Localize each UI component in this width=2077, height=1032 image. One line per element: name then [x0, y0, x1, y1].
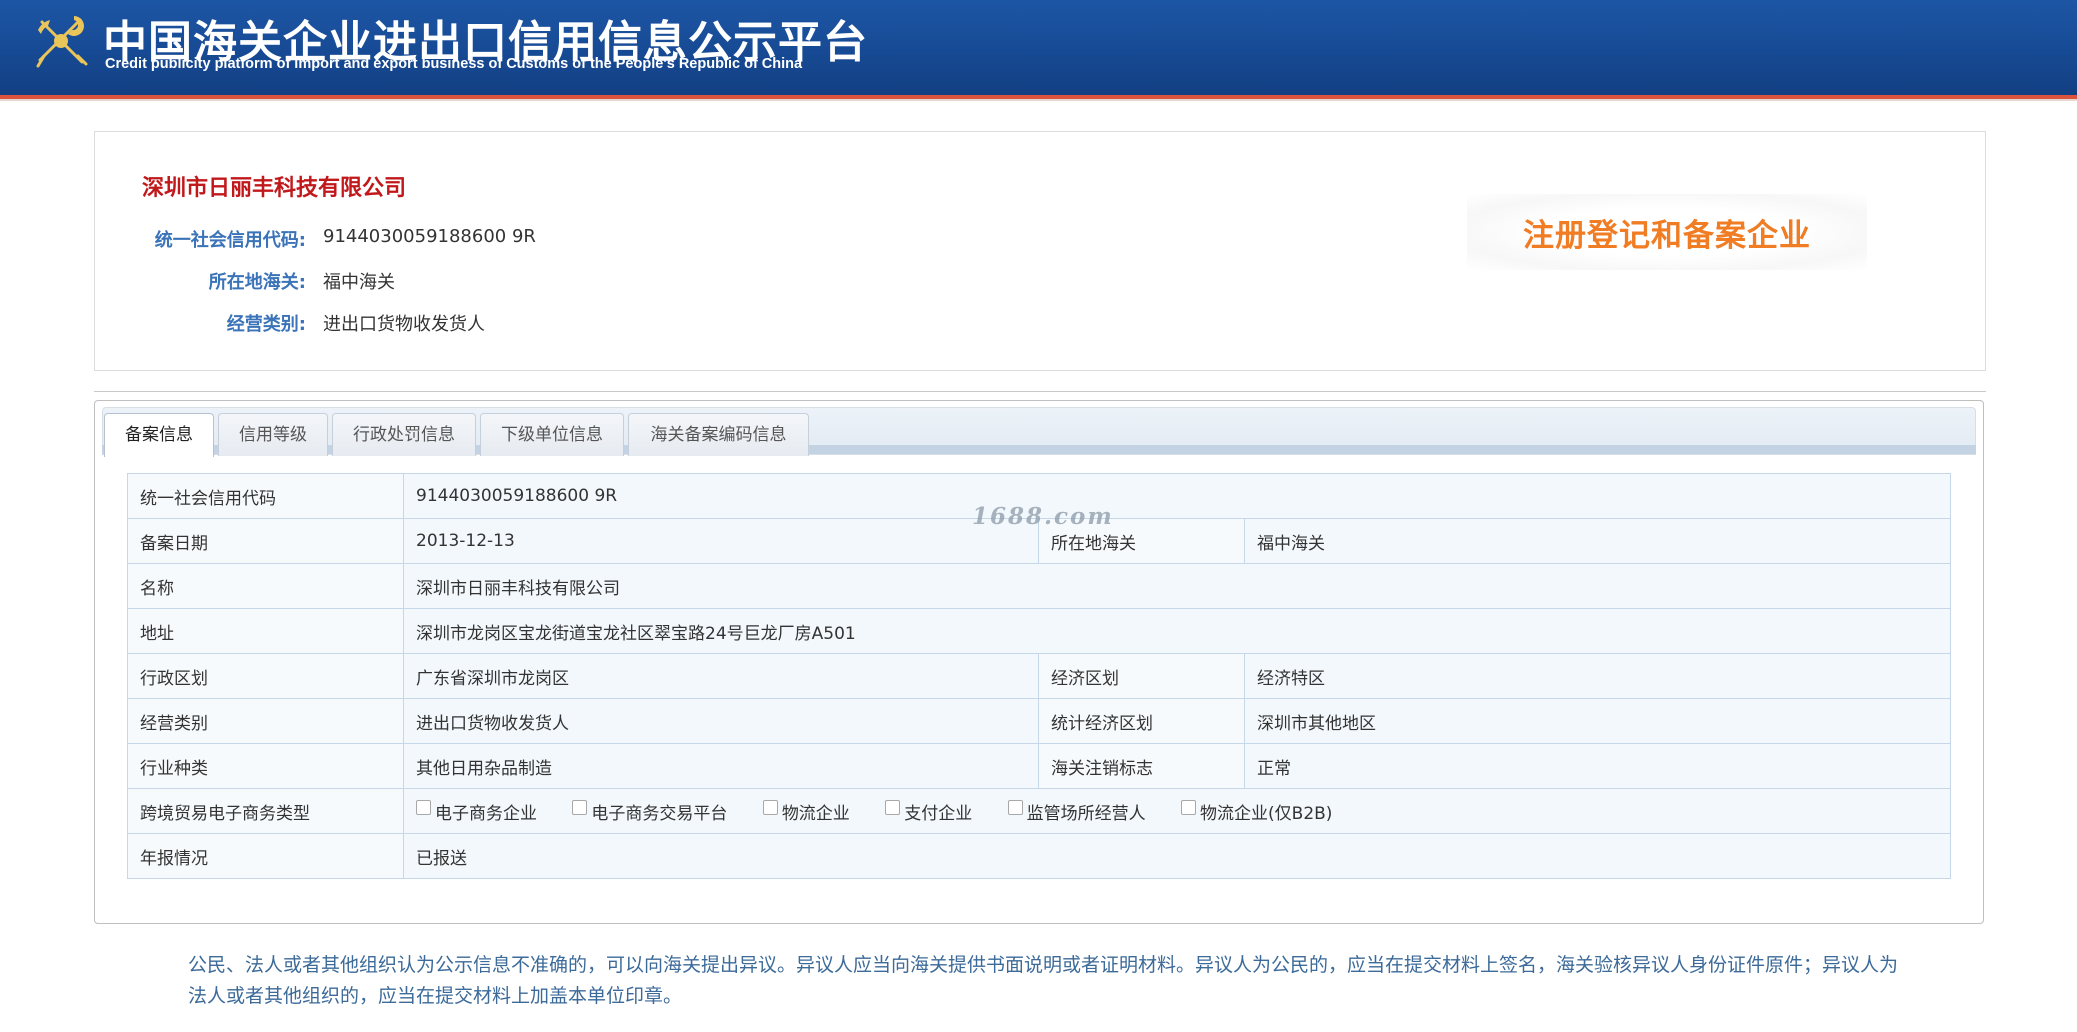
supervised-site-operator-checkbox[interactable] [1007, 799, 1023, 815]
ecommerce-option: 支付企业 [885, 799, 972, 824]
ecommerce-type-label: 跨境贸易电子商务类型 [127, 788, 404, 834]
admin-region-value: 广东省深圳市龙岗区 [403, 653, 1039, 699]
ecommerce-option: 电子商务交易平台 [572, 799, 727, 824]
address-value: 深圳市龙岗区宝龙街道宝龙社区翠宝路24号巨龙厂房A501 [402, 608, 1952, 654]
table-row: 名称 深圳市日丽丰科技有限公司 [127, 563, 1952, 609]
econ-zone-label: 经济区划 [1038, 653, 1245, 699]
filing-date-label: 备案日期 [127, 518, 404, 564]
ecommerce-type-options: 电子商务企业 电子商务交易平台 物流企业 支付企业 监管场所经营人 物流企业(仅… [402, 788, 1952, 834]
ecommerce-option-label: 电子商务交易平台 [591, 803, 728, 824]
summary-credit-code-label: 统一社会信用代码: [154, 230, 306, 251]
summary-business-type-value: 进出口货物收发货人 [323, 314, 485, 335]
logistics-b2b-checkbox[interactable] [1181, 799, 1197, 815]
econ-zone-value: 经济特区 [1243, 653, 1952, 699]
objection-notice: 公民、法人或者其他组织认为公示信息不准确的，可以向海关提出异议。异议人应当向海关… [188, 954, 1899, 1007]
table-row: 年报情况 已报送 [127, 833, 1952, 879]
logistics-enterprise-checkbox[interactable] [762, 799, 778, 815]
ecommerce-option: 物流企业(仅B2B) [1181, 799, 1332, 824]
watermark-logo: 1688.com [972, 503, 1114, 530]
ecommerce-option-label: 监管场所经营人 [1026, 803, 1146, 824]
credit-code-label: 统一社会信用代码 [127, 473, 404, 519]
summary-customs-label: 所在地海关: [208, 272, 306, 293]
company-name: 深圳市日丽丰科技有限公司 [142, 176, 407, 201]
credit-code-value: 9144030059188600 9R [402, 473, 1952, 519]
tab-subordinate-units[interactable]: 下级单位信息 [480, 413, 624, 456]
business-type-value: 进出口货物收发货人 [403, 698, 1039, 744]
ecommerce-option: 电子商务企业 [416, 799, 537, 824]
summary-business-type-label: 经营类别: [226, 314, 306, 335]
admin-region-label: 行政区划 [127, 653, 404, 699]
annual-report-value: 已报送 [402, 833, 1952, 879]
company-name-value: 深圳市日丽丰科技有限公司 [402, 563, 1952, 609]
ecommerce-option-label: 支付企业 [904, 803, 973, 824]
ecommerce-option-label: 电子商务企业 [435, 803, 537, 824]
registration-status-text: 注册登记和备案企业 [1523, 217, 1811, 254]
ecommerce-enterprise-checkbox[interactable] [416, 799, 431, 815]
tab-filing-info[interactable]: 备案信息 [104, 413, 214, 457]
ecommerce-option-label: 物流企业 [781, 803, 850, 824]
payment-enterprise-checkbox[interactable] [885, 799, 901, 815]
industry-label: 行业种类 [127, 743, 404, 789]
tab-admin-penalties[interactable]: 行政处罚信息 [332, 413, 476, 456]
customs-value: 福中海关 [1243, 518, 1952, 564]
company-name-label: 名称 [127, 563, 404, 609]
address-label: 地址 [127, 608, 404, 654]
site-header: 中国海关企业进出口信用信息公示平台 Credit publicity platf… [0, 0, 2077, 95]
site-subtitle: Credit publicity platform of import and … [105, 56, 803, 72]
company-summary-card: 深圳市日丽丰科技有限公司 统一社会信用代码: 9144030059188600 … [94, 131, 1986, 371]
filing-date-value: 2013-12-13 [403, 518, 1039, 564]
ecommerce-option: 监管场所经营人 [1007, 799, 1146, 824]
cancel-flag-label: 海关注销标志 [1038, 743, 1245, 789]
stat-zone-label: 统计经济区划 [1038, 698, 1245, 744]
ecommerce-option-label: 物流企业(仅B2B) [1200, 803, 1333, 824]
summary-credit-code-value: 9144030059188600 9R [323, 226, 536, 247]
business-type-label: 经营类别 [127, 698, 404, 744]
annual-report-label: 年报情况 [127, 833, 404, 879]
ecommerce-option: 物流企业 [762, 799, 850, 824]
table-row: 行业种类 其他日用杂品制造 海关注销标志 正常 [127, 743, 1952, 789]
table-row: 地址 深圳市龙岗区宝龙街道宝龙社区翠宝路24号巨龙厂房A501 [127, 608, 1952, 654]
section-divider [94, 391, 1986, 392]
filing-info-table: 统一社会信用代码 9144030059188600 9R 备案日期 2013-1… [127, 473, 1952, 879]
industry-value: 其他日用杂品制造 [403, 743, 1039, 789]
summary-customs-row: 所在地海关: 福中海关 [95, 268, 1985, 298]
tab-credit-rating[interactable]: 信用等级 [218, 413, 328, 456]
tab-customs-codes[interactable]: 海关备案编码信息 [628, 413, 809, 456]
table-row: 经营类别 进出口货物收发货人 统计经济区划 深圳市其他地区 [127, 698, 1952, 744]
ecommerce-platform-checkbox[interactable] [572, 799, 588, 815]
summary-customs-value: 福中海关 [323, 272, 395, 293]
registration-status-badge: 注册登记和备案企业 [1467, 194, 1867, 270]
header-stripe-shadow [0, 99, 2077, 101]
customs-emblem-icon [36, 16, 88, 68]
summary-business-type-row: 经营类别: 进出口货物收发货人 [95, 310, 1985, 340]
cancel-flag-value: 正常 [1243, 743, 1952, 789]
detail-panel: 备案信息 信用等级 行政处罚信息 下级单位信息 海关备案编码信息 统一社会信用代… [94, 400, 1984, 924]
table-row: 行政区划 广东省深圳市龙岗区 经济区划 经济特区 [127, 653, 1952, 699]
stat-zone-value: 深圳市其他地区 [1243, 698, 1952, 744]
table-row: 跨境贸易电子商务类型 电子商务企业 电子商务交易平台 物流企业 支付企业 监管场… [127, 788, 1952, 834]
